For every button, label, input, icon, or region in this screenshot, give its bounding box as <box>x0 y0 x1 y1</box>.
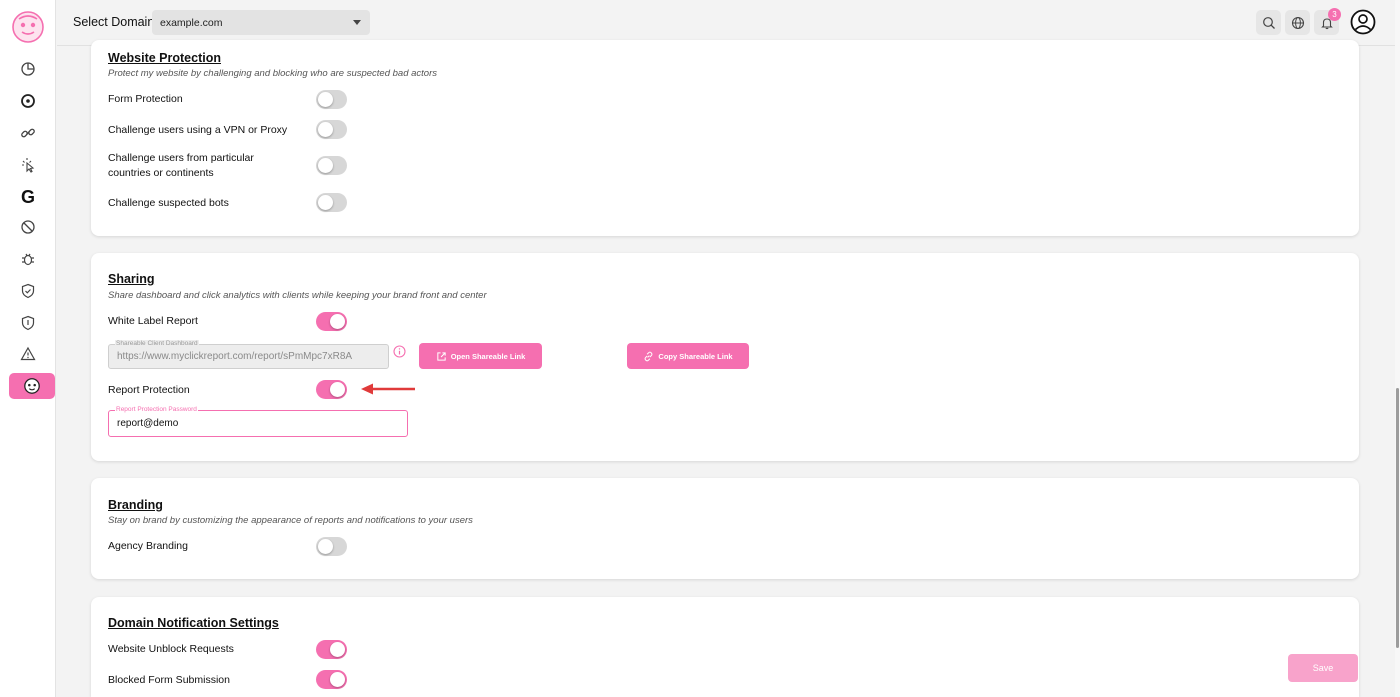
report-password-value: report@demo <box>117 418 179 429</box>
sharing-card: Sharing Share dashboard and click analyt… <box>91 253 1359 461</box>
countries-toggle[interactable] <box>316 156 347 175</box>
sharing-subtitle: Share dashboard and click analytics with… <box>108 290 487 301</box>
domain-notification-title: Domain Notification Settings <box>108 616 279 630</box>
copy-shareable-link-label: Copy Shareable Link <box>658 351 733 361</box>
form-protection-label: Form Protection <box>108 93 183 105</box>
sharing-title: Sharing <box>108 272 155 286</box>
info-icon[interactable] <box>393 345 406 358</box>
toggle-knob <box>330 642 345 657</box>
globe-icon <box>1291 16 1304 29</box>
website-protection-title: Website Protection <box>108 51 221 65</box>
copy-shareable-link-button[interactable]: Copy Shareable Link <box>627 343 749 369</box>
domain-notification-card: Domain Notification Settings Website Unb… <box>91 597 1359 697</box>
report-password-legend: Report Protection Password <box>115 406 198 414</box>
website-unblock-toggle[interactable] <box>316 640 347 659</box>
branding-title: Branding <box>108 498 163 512</box>
agency-branding-label: Agency Branding <box>108 540 188 552</box>
website-protection-subtitle: Protect my website by challenging and bl… <box>108 68 437 79</box>
click-pointer-icon[interactable] <box>18 155 38 175</box>
report-password-field[interactable]: Report Protection Password report@demo <box>108 406 408 437</box>
toggle-knob <box>318 158 333 173</box>
vpn-proxy-toggle[interactable] <box>316 120 347 139</box>
form-protection-toggle[interactable] <box>316 90 347 109</box>
report-protection-toggle[interactable] <box>316 380 347 399</box>
toggle-knob <box>318 122 333 137</box>
domain-select[interactable]: example.com <box>152 10 370 35</box>
toggle-knob <box>318 539 333 554</box>
shield-check-icon[interactable] <box>18 281 38 301</box>
countries-label: Challenge users from particular countrie… <box>108 152 254 179</box>
app-logo[interactable] <box>11 10 45 44</box>
vpn-proxy-label: Challenge users using a VPN or Proxy <box>108 124 288 136</box>
select-domain-label: Select Domain <box>73 15 155 29</box>
toggle-knob <box>330 672 345 687</box>
open-shareable-link-button[interactable]: Open Shareable Link <box>419 343 542 369</box>
search-icon <box>1262 16 1275 29</box>
suspected-bots-toggle[interactable] <box>316 193 347 212</box>
agency-branding-toggle[interactable] <box>316 537 347 556</box>
dashboard-gauge-icon[interactable] <box>18 91 38 111</box>
annotation-arrow-icon <box>361 383 415 395</box>
website-protection-card: Website Protection Protect my website by… <box>91 40 1359 236</box>
shield-icon[interactable] <box>18 313 38 333</box>
blocked-form-toggle[interactable] <box>316 670 347 689</box>
white-label-report-toggle[interactable] <box>316 312 347 331</box>
suspected-bots-label: Challenge suspected bots <box>108 197 229 209</box>
warning-icon[interactable] <box>18 344 38 364</box>
white-label-report-label: White Label Report <box>108 315 198 327</box>
google-icon[interactable]: G <box>18 187 38 207</box>
branding-subtitle: Stay on brand by customizing the appeara… <box>108 515 473 526</box>
toggle-knob <box>330 382 345 397</box>
notification-badge: 3 <box>1328 8 1341 21</box>
link-icon[interactable] <box>18 123 38 143</box>
shareable-dashboard-url: https://www.myclickreport.com/report/sPm… <box>117 351 353 362</box>
website-unblock-label: Website Unblock Requests <box>108 643 234 655</box>
save-button[interactable]: Save <box>1288 654 1358 682</box>
block-icon[interactable] <box>18 217 38 237</box>
external-link-icon <box>437 351 446 361</box>
toggle-knob <box>318 195 333 210</box>
blocked-form-label: Blocked Form Submission <box>108 674 230 686</box>
search-button[interactable] <box>1256 10 1281 35</box>
scrollbar-thumb[interactable] <box>1396 388 1399 648</box>
toggle-knob <box>318 92 333 107</box>
report-protection-label: Report Protection <box>108 384 190 396</box>
sidebar: G <box>0 0 56 697</box>
link-icon <box>644 351 653 361</box>
language-button[interactable] <box>1285 10 1310 35</box>
toggle-knob <box>330 314 345 329</box>
monkey-face-icon <box>24 378 40 394</box>
shareable-dashboard-legend: Shareable Client Dashboard <box>115 340 199 348</box>
chevron-down-icon <box>353 20 361 25</box>
pie-chart-icon[interactable] <box>18 59 38 79</box>
shareable-dashboard-field[interactable]: Shareable Client Dashboard https://www.m… <box>108 340 389 369</box>
open-shareable-link-label: Open Shareable Link <box>450 351 526 361</box>
branding-card: Branding Stay on brand by customizing th… <box>91 478 1359 579</box>
sidebar-item-settings-active[interactable] <box>9 373 55 399</box>
user-avatar[interactable] <box>1350 9 1376 35</box>
user-circle-icon <box>1350 9 1376 35</box>
domain-select-value: example.com <box>160 17 223 29</box>
bug-icon[interactable] <box>18 249 38 269</box>
